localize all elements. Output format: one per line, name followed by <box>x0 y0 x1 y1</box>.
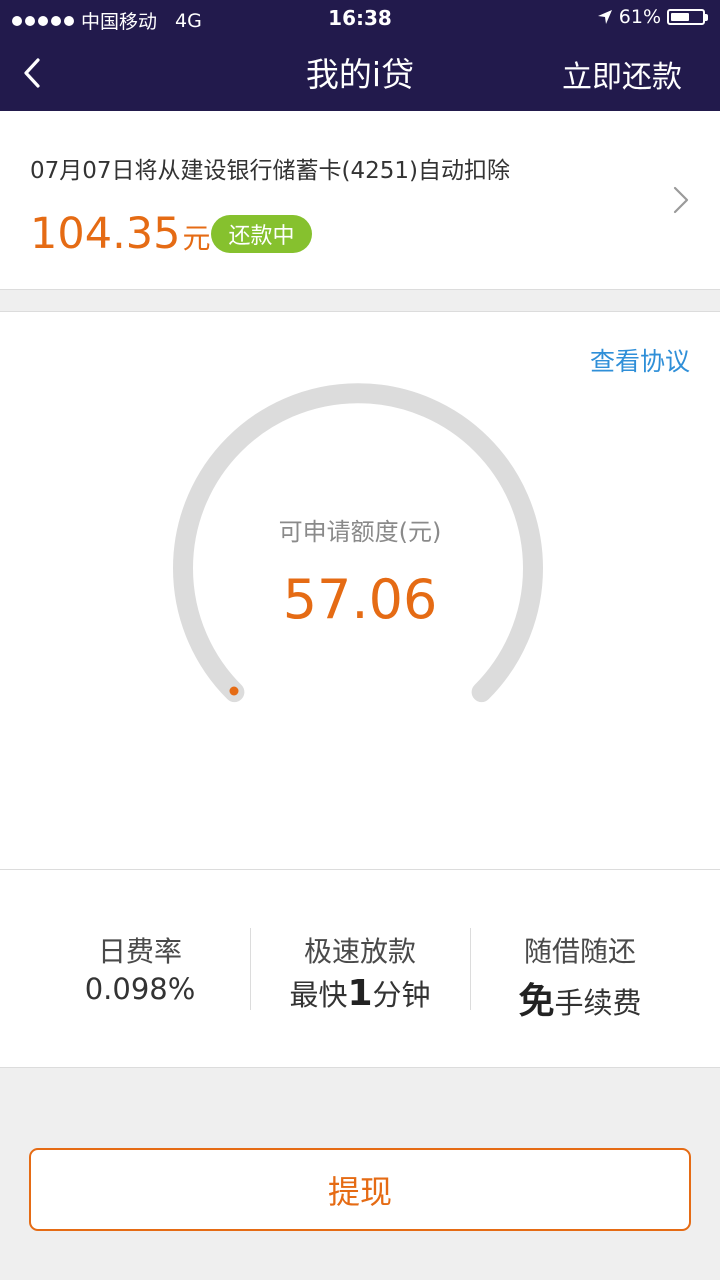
feature-subtitle-prefix: 最快 <box>289 978 348 1012</box>
feature-subtitle-suffix: 分钟 <box>372 978 431 1012</box>
feature-title: 日费率 <box>97 935 182 968</box>
feature-daily-rate: 日费率 0.098% <box>30 930 250 1006</box>
status-badge: 还款中 <box>211 215 312 253</box>
location-arrow-icon <box>597 10 612 24</box>
feature-title: 随借随还 <box>523 935 636 968</box>
gauge-indicator-dot <box>229 686 239 696</box>
feature-flexible-repay: 随借随还 免手续费 <box>470 930 690 1024</box>
credit-limit-value: 57.06 <box>282 568 438 631</box>
feature-fast-loan: 极速放款 最快1分钟 <box>250 930 470 1014</box>
repayment-card[interactable]: 07月07日将从建设银行储蓄卡(4251)自动扣除 104.35 元 还款中 <box>0 111 720 290</box>
feature-value: 0.098% <box>84 972 196 1006</box>
withdraw-button[interactable]: 提现 <box>29 1148 691 1231</box>
amount-unit: 元 <box>182 222 211 255</box>
feature-subtitle-highlight: 1 <box>347 973 373 1014</box>
status-bar: 中国移动 4G 16:38 61% <box>0 0 720 36</box>
repayment-description: 07月07日将从建设银行储蓄卡(4251)自动扣除 <box>30 158 511 184</box>
feature-subtitle-highlight: 免 <box>518 981 555 1022</box>
battery-icon <box>667 9 705 25</box>
credit-limit-label: 可申请额度(元) <box>278 518 442 546</box>
feature-subtitle: 最快1分钟 <box>250 972 470 1014</box>
repayment-amount: 104.35 元 <box>30 209 210 259</box>
feature-subtitle: 免手续费 <box>470 972 690 1024</box>
repay-now-button[interactable]: 立即还款 <box>562 52 682 96</box>
feature-subtitle-suffix: 手续费 <box>554 986 642 1020</box>
feature-title: 极速放款 <box>303 935 416 968</box>
amount-value: 104.35 <box>30 209 181 259</box>
battery-percent: 61% <box>618 6 661 28</box>
chevron-right-icon[interactable] <box>672 185 690 215</box>
feature-highlights: 日费率 0.098% 极速放款 最快1分钟 随借随还 免手续费 <box>0 870 720 1068</box>
app-header: 中国移动 4G 16:38 61% 我的i贷 立即还款 <box>0 0 720 111</box>
credit-limit-card: 查看协议 可申请额度(元) 57.06 <box>0 311 720 870</box>
